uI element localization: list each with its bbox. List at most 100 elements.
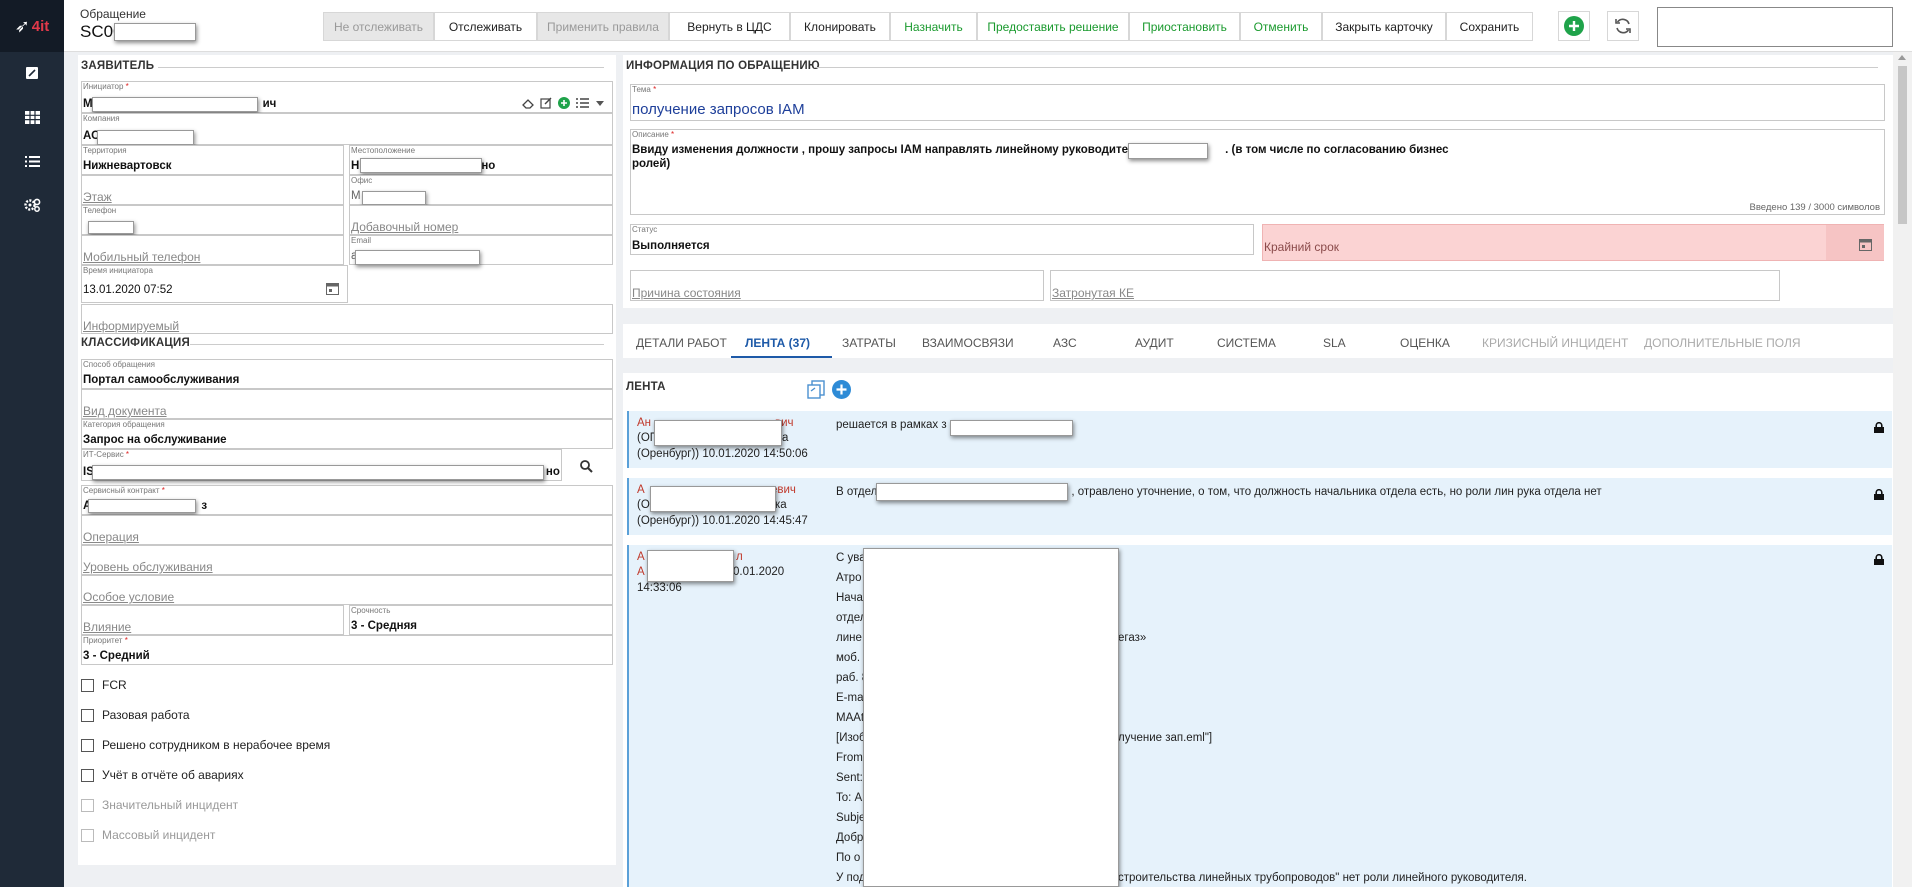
initiator-time-label: Время инициатора	[83, 266, 153, 275]
unwatch-button[interactable]: Не отслеживать	[323, 12, 434, 41]
calendar-icon[interactable]	[326, 282, 339, 295]
informed-field[interactable]: Информируемый	[81, 304, 613, 334]
operation-field[interactable]: Операция	[81, 515, 613, 545]
request-method-field[interactable]: Способ обращения Портал самообслуживания	[81, 359, 613, 389]
clone-button[interactable]: Клонировать	[790, 12, 890, 41]
fcr-checkbox[interactable]: FCR	[81, 678, 127, 692]
add-circle-icon[interactable]	[558, 97, 570, 109]
one-time-work-checkbox[interactable]: Разовая работа	[81, 708, 190, 722]
tab-audit[interactable]: АУДИТ	[1135, 336, 1174, 350]
service-contract-label: Сервисный контракт	[83, 486, 160, 495]
tab-system[interactable]: СИСТЕМА	[1217, 336, 1276, 350]
mobile-field[interactable]: Мобильный телефон	[81, 235, 344, 265]
suspend-button[interactable]: Приостановить	[1129, 12, 1240, 41]
description-label: Описание	[632, 130, 669, 139]
cancel-button[interactable]: Отменить	[1240, 12, 1322, 41]
impact-field[interactable]: Влияние	[81, 605, 344, 635]
feed-message-line-end: лучение зап.eml"]	[1118, 732, 1213, 744]
initiator-time-field[interactable]: Время инициатора 13.01.2020 07:52	[81, 265, 348, 303]
calendar-icon[interactable]	[1859, 238, 1872, 251]
classification-section-title: КЛАССИФИКАЦИЯ	[81, 337, 190, 349]
redaction-box	[97, 130, 194, 145]
lock-icon	[1874, 422, 1884, 433]
document-type-field[interactable]: Вид документа	[81, 389, 613, 419]
checkbox-box[interactable]	[81, 678, 94, 692]
accident-report-checkbox[interactable]: Учёт в отчёте об авариях	[81, 768, 244, 782]
feed-time: 14:33:06	[637, 582, 682, 594]
priority-label: Приоритет	[83, 636, 123, 645]
tab-feed[interactable]: ЛЕНТА (37)	[745, 336, 810, 350]
deadline-field[interactable]: Крайний срок	[1262, 224, 1884, 261]
provide-solution-button[interactable]: Предоставить решение	[977, 12, 1129, 41]
impact-label: Влияние	[83, 620, 132, 634]
feed-message-line: [Изоб	[836, 732, 866, 744]
request-method-value: Портал самообслуживания	[83, 374, 240, 386]
feed-message-line: E-ma	[836, 692, 864, 704]
tab-sla[interactable]: SLA	[1323, 336, 1346, 350]
checkbox-box[interactable]	[81, 708, 94, 722]
status-label: Статус	[632, 225, 658, 234]
extension-field[interactable]: Добавочный номер	[349, 205, 613, 235]
scroll-up-icon[interactable]	[1898, 55, 1906, 60]
mass-incident-checkbox: Массовый инцидент	[81, 828, 215, 842]
chevron-down-icon[interactable]	[596, 101, 604, 106]
floor-field[interactable]: Этаж	[81, 175, 344, 205]
scrollbar[interactable]	[1893, 52, 1912, 887]
scrollbar-thumb[interactable]	[1898, 66, 1907, 224]
list-icon[interactable]	[576, 98, 589, 108]
service-contract-suffix: з	[201, 500, 208, 512]
add-circle-icon[interactable]	[832, 380, 851, 399]
mobile-label: Мобильный телефон	[83, 250, 201, 264]
app-logo[interactable]: ➶ 4it	[0, 0, 64, 52]
search-icon[interactable]	[580, 460, 593, 473]
feed-message-line: отдел	[836, 612, 867, 624]
tab-gas-stations[interactable]: АЗС	[1053, 336, 1077, 350]
lock-icon	[1874, 489, 1884, 500]
refresh-button[interactable]	[1607, 11, 1639, 41]
solved-off-hours-checkbox[interactable]: Решено сотрудником в нерабочее время	[81, 738, 330, 752]
list-icon[interactable]	[0, 147, 64, 175]
return-to-cds-button[interactable]: Вернуть в ЦДС	[669, 12, 790, 41]
add-button[interactable]	[1558, 11, 1590, 41]
urgency-value: 3 - Средняя	[351, 620, 418, 632]
assign-button[interactable]: Назначить	[890, 12, 977, 41]
edit-icon[interactable]	[0, 59, 64, 87]
settings-icon[interactable]	[0, 191, 64, 219]
save-button[interactable]: Сохранить	[1446, 12, 1533, 41]
feed-title: ЛЕНТА	[626, 381, 666, 393]
urgency-field[interactable]: Срочность 3 - Средняя	[349, 605, 613, 635]
copy-icon[interactable]	[806, 379, 826, 399]
feed-message-line: моб.	[836, 652, 861, 664]
tab-costs[interactable]: ЗАТРАТЫ	[842, 336, 896, 350]
edit-field-icon[interactable]	[540, 97, 552, 109]
special-condition-label: Особое условие	[83, 590, 175, 604]
one-time-work-label: Разовая работа	[102, 708, 190, 722]
description-field[interactable]: Описание * Ввиду изменения должности , п…	[630, 129, 1885, 215]
feed-message-line: Добр	[836, 832, 864, 844]
state-reason-field[interactable]: Причина состояния	[630, 270, 1044, 301]
tab-rating[interactable]: ОЦЕНКА	[1400, 336, 1450, 350]
affected-ci-field[interactable]: Затронутая КЕ	[1050, 270, 1780, 301]
status-field[interactable]: Статус Выполняется	[630, 224, 1254, 255]
tab-work-details[interactable]: ДЕТАЛИ РАБОТ	[636, 336, 727, 350]
eraser-icon[interactable]	[522, 98, 534, 109]
request-category-field[interactable]: Категория обращения Запрос на обслуживан…	[81, 419, 613, 449]
service-level-field[interactable]: Уровень обслуживания	[81, 545, 613, 575]
checkbox-box[interactable]	[81, 738, 94, 752]
document-type-label: Вид документа	[83, 404, 167, 418]
redaction-box	[1661, 9, 1887, 45]
affected-ci-label: Затронутая КЕ	[1052, 286, 1134, 300]
priority-field[interactable]: Приоритет * 3 - Средний	[81, 635, 613, 665]
feed-date: 0.01.2020	[733, 566, 785, 578]
feed-timestamp: (Оренбург)) 10.01.2020 14:50:06	[637, 448, 808, 460]
watch-button[interactable]: Отслеживать	[434, 12, 537, 41]
redaction-box	[1128, 143, 1208, 159]
special-condition-field[interactable]: Особое условие	[81, 575, 613, 605]
tab-relations[interactable]: ВЗАИМОСВЯЗИ	[922, 336, 1014, 350]
close-card-button[interactable]: Закрыть карточку	[1322, 12, 1446, 41]
checkbox-box[interactable]	[81, 768, 94, 782]
topic-field[interactable]: Тема * получение запросов IAM	[630, 84, 1885, 121]
territory-field[interactable]: Территория Нижневартовск	[81, 145, 344, 175]
grid-icon[interactable]	[0, 103, 64, 131]
apply-rules-button[interactable]: Применить правила	[537, 12, 669, 41]
